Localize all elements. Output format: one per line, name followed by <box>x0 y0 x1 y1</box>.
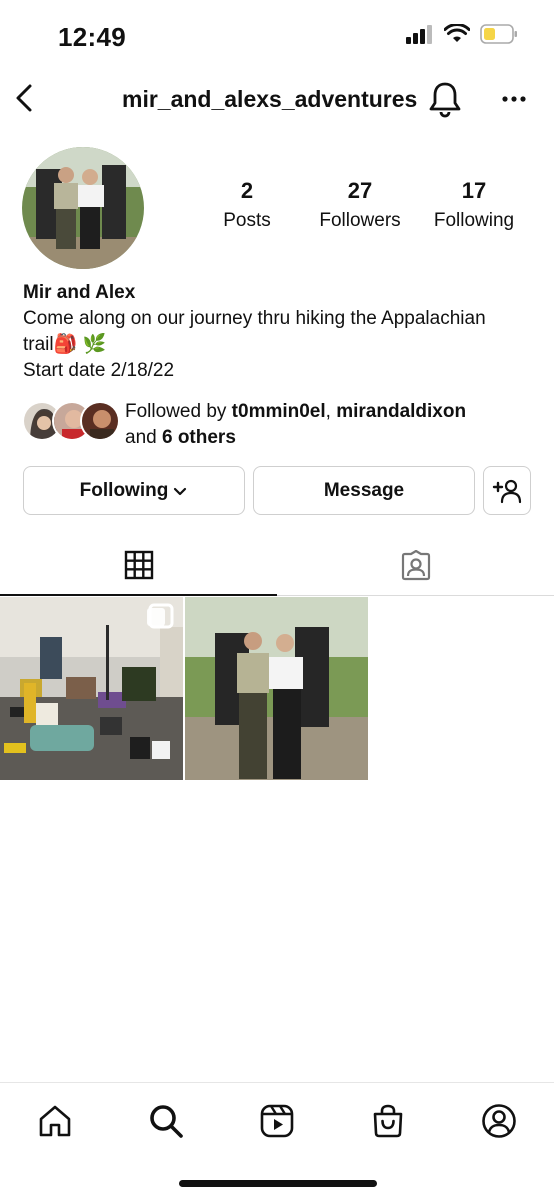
back-icon <box>16 84 32 112</box>
followers-label: Followers <box>319 210 401 231</box>
chevron-down-icon <box>174 487 187 495</box>
profile-avatar[interactable] <box>22 147 144 269</box>
post-thumbnail[interactable] <box>0 597 183 780</box>
followed-by-others[interactable]: 6 others <box>162 427 236 448</box>
followed-by-text: Followed by t0mmin0el, mirandaldixon and… <box>125 399 466 451</box>
status-time: 12:49 <box>58 22 126 52</box>
add-person-icon <box>492 479 522 503</box>
bio-line: Come along on our journey thru hiking th… <box>23 308 486 329</box>
wifi-icon <box>443 23 471 49</box>
status-icons <box>406 23 518 49</box>
nav-reels[interactable] <box>253 1097 301 1145</box>
search-icon <box>150 1105 183 1138</box>
profile-username: mir_and_alexs_adventures <box>122 86 418 112</box>
followed-by-sep: , <box>325 401 337 422</box>
home-indicator[interactable] <box>179 1180 377 1187</box>
followed-by-user[interactable]: mirandaldixon <box>336 401 466 422</box>
tab-posts-grid[interactable] <box>0 536 277 596</box>
nav-profile[interactable] <box>475 1097 523 1145</box>
following-button-label: Following <box>79 479 169 501</box>
profile-tabs <box>0 536 554 596</box>
message-button[interactable]: Message <box>253 466 475 515</box>
nav-shop[interactable] <box>364 1097 412 1145</box>
bio-line: Start date 2/18/22 <box>23 360 175 381</box>
nav-search[interactable] <box>142 1097 190 1145</box>
reels-icon <box>260 1104 294 1138</box>
message-button-label: Message <box>323 479 405 501</box>
battery-icon <box>480 24 518 49</box>
bio-line: trail🎒 🌿 <box>23 334 107 355</box>
profile-icon <box>482 1104 516 1138</box>
profile-header: mir_and_alexs_adventures <box>0 72 554 128</box>
home-icon <box>39 1105 71 1137</box>
posts-count: 2 <box>240 178 254 203</box>
profile-bio: Mir and Alex Come along on our journey t… <box>23 280 538 384</box>
grid-icon <box>124 550 153 580</box>
signal-icon <box>406 24 434 49</box>
tagged-person-icon <box>401 550 430 581</box>
suggested-people-button[interactable] <box>483 466 531 515</box>
following-label: Following <box>433 210 515 231</box>
shop-icon <box>373 1104 403 1138</box>
followed-by-user[interactable]: t0mmin0el <box>232 401 326 422</box>
followed-by-prefix: Followed by <box>125 401 232 422</box>
notifications-button[interactable] <box>428 80 464 118</box>
tab-tagged[interactable] <box>277 536 554 596</box>
more-icon <box>502 96 526 102</box>
back-button[interactable] <box>8 78 40 118</box>
bell-icon <box>429 82 461 118</box>
posts-label: Posts <box>223 210 271 231</box>
more-options-button[interactable] <box>496 84 532 114</box>
followed-by-and: and <box>125 427 162 448</box>
profile-display-name: Mir and Alex <box>23 282 136 303</box>
mutual-followers[interactable]: Followed by t0mmin0el, mirandaldixon and… <box>22 399 542 449</box>
following-button[interactable]: Following <box>23 466 245 515</box>
followers-stat[interactable]: 27 Followers <box>300 178 420 232</box>
following-count: 17 <box>461 178 487 203</box>
posts-stat[interactable]: 2 Posts <box>187 178 307 232</box>
status-bar: 12:49 <box>0 0 554 72</box>
followers-count: 27 <box>347 178 373 203</box>
following-stat[interactable]: 17 Following <box>414 178 534 232</box>
mutual-follower-avatar <box>80 401 120 441</box>
nav-home[interactable] <box>31 1097 79 1145</box>
post-thumbnail[interactable] <box>185 597 368 780</box>
